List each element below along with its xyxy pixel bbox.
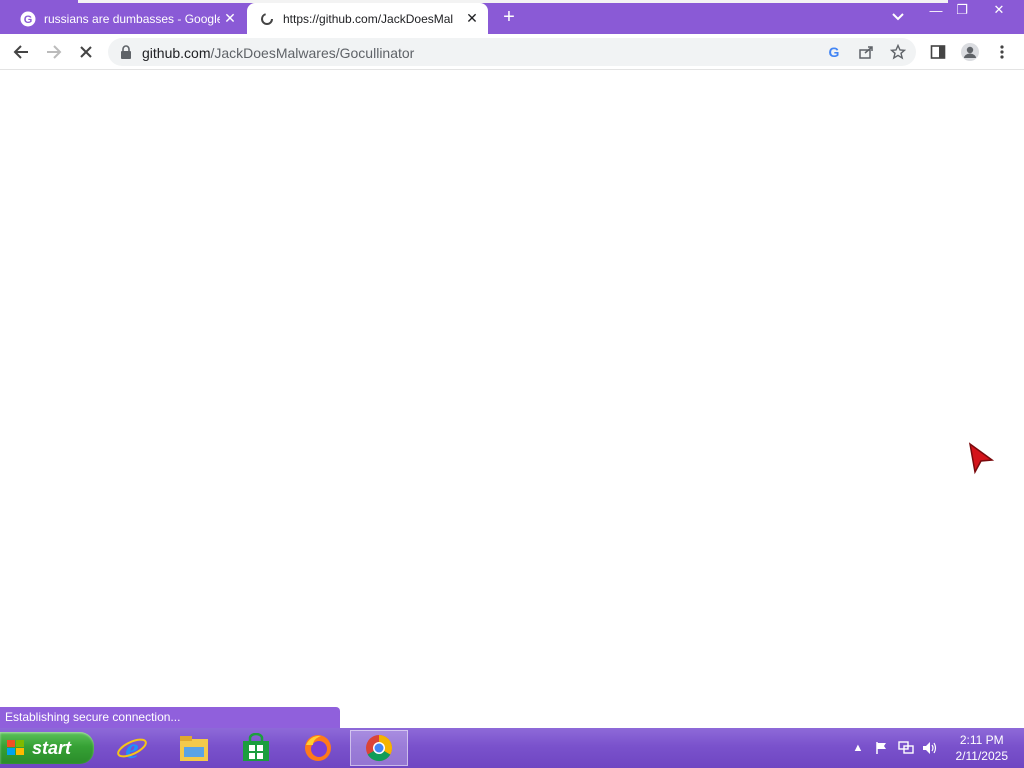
tab-title: russians are dumbasses - Google: [44, 11, 220, 26]
menu-kebab-icon[interactable]: [990, 40, 1014, 64]
back-arrow-icon[interactable]: [9, 40, 33, 64]
tab-github[interactable]: https://github.com/JackDoesMal ✕: [247, 3, 488, 34]
svg-text:G: G: [829, 44, 840, 60]
tab-search-chevron-icon[interactable]: [888, 8, 908, 26]
system-tray: ▲ 2:11 PM 2/11/2025: [846, 728, 1024, 768]
taskbar: start e ▲ 2:11 PM 2/11/2025: [0, 728, 1024, 768]
tab-close-icon[interactable]: ✕: [220, 9, 240, 29]
new-tab-button[interactable]: +: [498, 6, 520, 28]
volume-icon[interactable]: [922, 740, 938, 756]
chrome-icon[interactable]: [350, 730, 408, 766]
internet-explorer-icon[interactable]: e: [104, 730, 160, 766]
window-restore-button[interactable]: ❐: [950, 0, 974, 20]
bookmark-star-icon[interactable]: [888, 42, 908, 62]
action-center-flag-icon[interactable]: [874, 740, 890, 756]
tab-close-icon[interactable]: ✕: [462, 9, 482, 29]
google-lens-icon[interactable]: G: [824, 42, 844, 62]
start-label: start: [32, 737, 72, 758]
forward-arrow-icon[interactable]: [42, 40, 66, 64]
google-icon: G: [20, 11, 36, 27]
github-icon: [259, 11, 275, 27]
windows-flag-icon: [6, 738, 26, 758]
status-bubble: Establishing secure connection...: [0, 707, 340, 728]
svg-text:e: e: [125, 732, 138, 764]
url-text[interactable]: github.com/JackDoesMalwares/Gocullinator: [142, 45, 414, 61]
mouse-cursor-icon: [968, 442, 995, 476]
file-explorer-icon[interactable]: [166, 730, 222, 766]
stop-icon[interactable]: [74, 40, 98, 64]
clock-time: 2:11 PM: [959, 733, 1004, 747]
browser-titlebar: G russians are dumbasses - Google ✕ http…: [0, 0, 1024, 34]
store-icon[interactable]: [228, 730, 284, 766]
profile-avatar-icon[interactable]: [958, 40, 982, 64]
svg-text:G: G: [24, 14, 33, 26]
url-path: /JackDoesMalwares/Gocullinator: [210, 45, 415, 61]
window-close-button[interactable]: ✕: [976, 0, 1022, 20]
lock-icon[interactable]: [120, 45, 132, 59]
clock-date: 2/11/2025: [955, 749, 1009, 763]
firefox-icon[interactable]: [290, 730, 346, 766]
taskbar-clock[interactable]: 2:11 PM 2/11/2025: [956, 732, 1009, 764]
side-panel-icon[interactable]: [926, 40, 950, 64]
network-icon[interactable]: [898, 740, 914, 756]
page-content: [0, 70, 1024, 728]
tab-title: https://github.com/JackDoesMal: [283, 11, 454, 26]
address-bar[interactable]: github.com/JackDoesMalwares/Gocullinator…: [108, 38, 916, 66]
tab-google-search[interactable]: G russians are dumbasses - Google ✕: [8, 3, 246, 34]
browser-toolbar: github.com/JackDoesMalwares/Gocullinator…: [0, 34, 1024, 70]
share-icon[interactable]: [856, 42, 876, 62]
url-host: github.com: [142, 45, 211, 61]
show-hidden-icons-icon[interactable]: ▲: [850, 740, 866, 756]
window-minimize-button[interactable]: —: [922, 0, 950, 20]
start-button[interactable]: start: [0, 732, 94, 764]
